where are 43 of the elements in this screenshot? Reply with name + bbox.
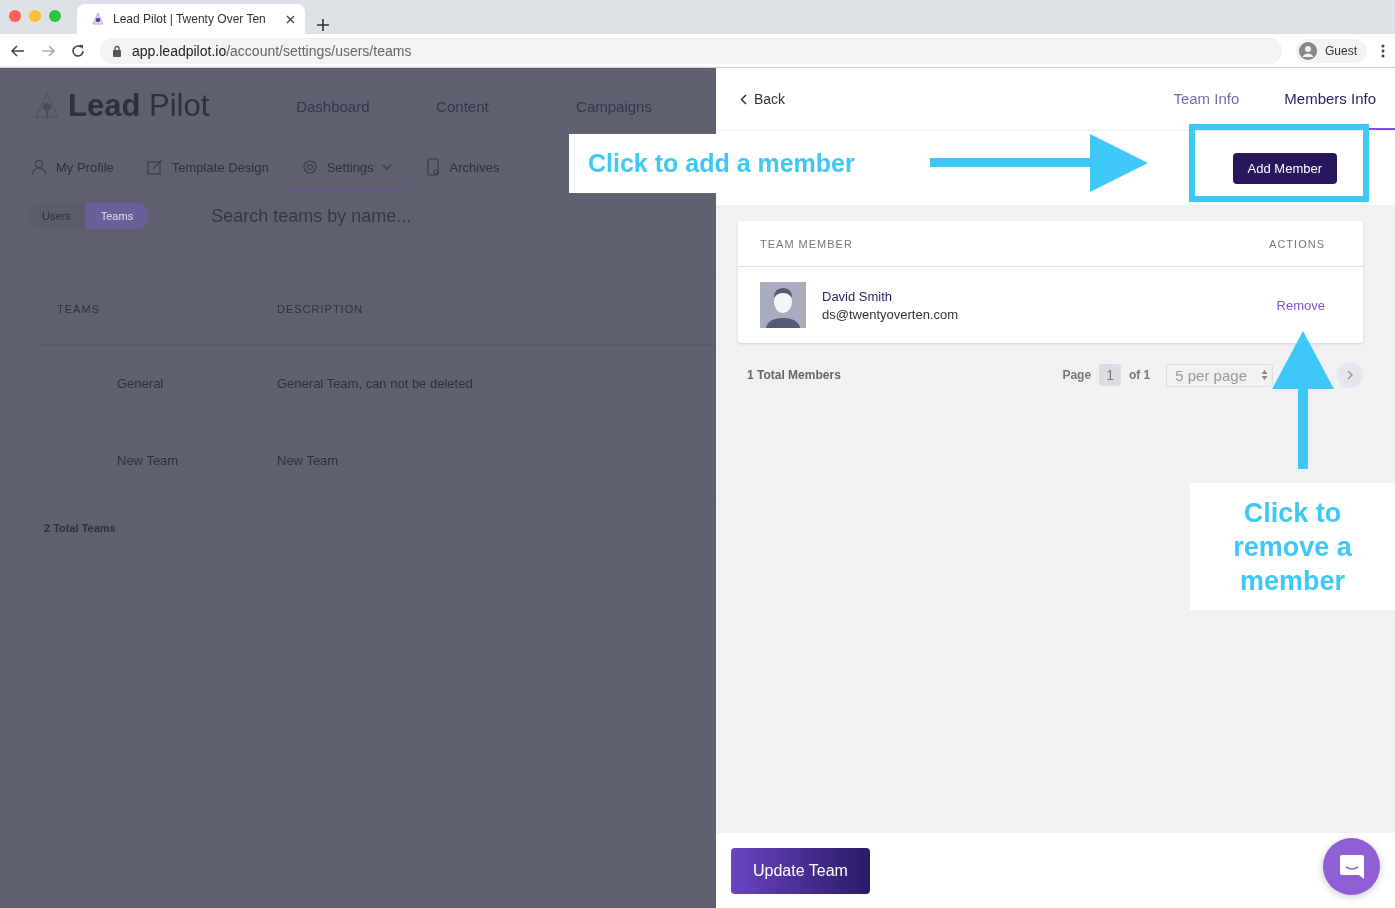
tab-title: Lead Pilot | Twenty Over Ten [113, 12, 267, 26]
callout-text: Click to remove a member [1232, 496, 1353, 598]
browser-tab[interactable]: Lead Pilot | Twenty Over Ten [77, 4, 305, 34]
page-label: Page [1062, 368, 1092, 382]
minimize-dot-icon[interactable] [29, 10, 41, 22]
avatar-silhouette [760, 282, 806, 328]
close-tab-icon[interactable] [286, 14, 295, 24]
url-text: app.leadpilot.io/account/settings/users/teams [132, 43, 412, 59]
address-bar[interactable]: app.leadpilot.io/account/settings/users/teams [100, 38, 1282, 64]
back-arrow-icon[interactable] [10, 43, 26, 59]
profile-button[interactable]: Guest [1296, 39, 1367, 63]
lock-icon [112, 45, 122, 57]
remove-link[interactable]: Remove [1276, 297, 1325, 313]
back-link[interactable]: Back [740, 91, 786, 107]
menu-icon[interactable] [1381, 44, 1385, 58]
reload-icon[interactable] [70, 43, 86, 59]
panel-tab[interactable]: Members Info [1258, 68, 1395, 130]
callout-text: Click to add a member [588, 149, 855, 178]
panel-tab[interactable]: Team Info [1147, 68, 1259, 130]
column-header: TEAM MEMBER [760, 237, 853, 250]
page-number-field[interactable]: 1 [1099, 364, 1121, 386]
member-email: ds@twentyoverten.com [822, 306, 960, 322]
toggle-option[interactable]: Teams [84, 203, 150, 229]
forward-arrow-icon[interactable] [40, 43, 56, 59]
per-page-select[interactable]: 5 per page [1166, 363, 1273, 387]
total-count: 1 Total Members [747, 368, 842, 382]
chevron-right-icon [1347, 370, 1353, 380]
page-count: of 1 [1128, 368, 1151, 382]
chevron-down-icon [381, 164, 392, 170]
person-icon [30, 158, 48, 176]
settings-icon [300, 158, 319, 176]
pencil-icon [145, 158, 164, 176]
add-member-button[interactable]: Add Member [1232, 152, 1337, 184]
stepper-icon [1261, 369, 1268, 381]
chevron-left-icon [740, 93, 747, 105]
update-team-button[interactable]: Update Team [731, 847, 870, 894]
close-dot-icon[interactable] [9, 10, 21, 22]
rocket-icon [91, 12, 105, 26]
chat-icon [1337, 852, 1366, 881]
column-header: ACTIONS [1269, 237, 1325, 250]
person-icon [1299, 42, 1317, 60]
maximize-dot-icon[interactable] [49, 10, 61, 22]
member-name: David Smith [822, 288, 894, 304]
